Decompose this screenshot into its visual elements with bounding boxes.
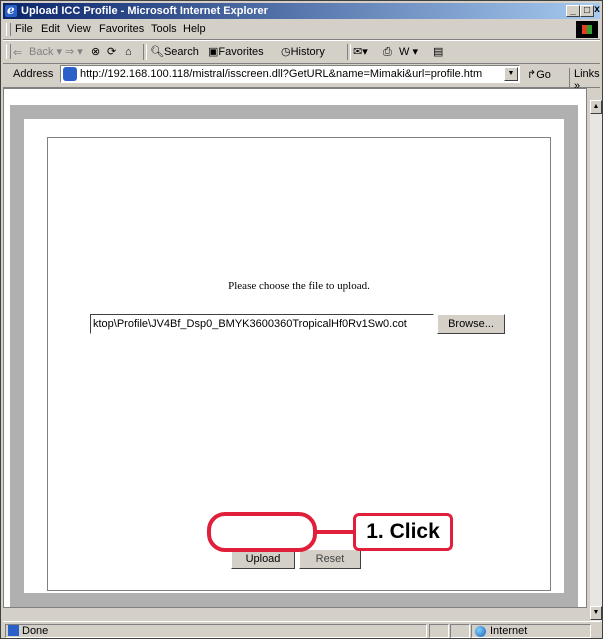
mail-icon: ✉▾ [353,46,368,58]
upload-button[interactable]: Upload [231,549,295,569]
title-bar: Upload ICC Profile - Microsoft Internet … [3,2,600,19]
search-button[interactable]: 🔍︎Search [150,44,199,60]
forward-arrow-icon: ⇒ [65,46,75,58]
favorites-button[interactable]: ▣Favorites [208,44,264,60]
scroll-down-icon[interactable]: ▼ [590,606,602,620]
toolbar-grip [6,44,11,59]
word-icon: W ▾ [399,46,418,58]
discuss-icon: ▤ [433,46,444,58]
status-bar: Done Internet [3,621,600,639]
internet-globe-icon [475,626,486,637]
maximize-button[interactable]: □ [580,5,594,17]
status-cell [429,624,449,638]
menu-file[interactable]: File [15,23,33,35]
print-button[interactable]: ⎙ [383,44,392,60]
stop-button[interactable]: ⊗ [91,44,100,60]
mail-button[interactable]: ✉▾ [353,44,368,60]
security-zone: Internet [471,624,591,638]
ie-logo-icon [5,2,17,18]
status-text: Done [22,625,49,637]
history-button[interactable]: ◷History [281,44,325,60]
reset-button[interactable]: Reset [299,549,361,569]
refresh-button[interactable]: ⟳ [107,44,116,60]
status-cell [450,624,470,638]
stop-icon: ⊗ [91,46,101,58]
menu-favorites[interactable]: Favorites [99,23,144,35]
zone-label: Internet [490,625,528,637]
back-button[interactable]: ⇐ Back ▾ [13,44,62,60]
windows-logo-icon [576,21,598,38]
menu-tools[interactable]: Tools [151,23,177,35]
minimize-button[interactable]: _ [566,5,580,17]
search-icon: 🔍︎ [150,46,164,58]
home-icon: ⌂ [125,46,132,58]
address-bar: Address http://192.168.100.118/mistral/i… [3,63,600,92]
close-button[interactable]: x [594,5,600,17]
upload-prompt: Please choose the file to upload. [228,280,370,292]
callout-connector [317,530,355,534]
discuss-button[interactable]: ▤ [433,44,443,60]
vertical-scrollbar[interactable]: ▲ ▼ [590,100,602,622]
page-done-icon [8,625,19,636]
history-icon: ◷ [281,46,291,58]
back-arrow-icon: ⇐ [13,47,23,60]
go-arrow-icon: ↱ [527,69,537,81]
go-button[interactable]: ↱Go [527,68,551,81]
scroll-up-icon[interactable]: ▲ [590,100,602,114]
menu-view[interactable]: View [67,23,91,35]
menu-grip [6,23,11,36]
favorites-folder-icon: ▣ [208,46,219,58]
toolbar-separator [143,44,147,60]
address-label: Address [13,68,54,80]
window-title: Upload ICC Profile - Microsoft Internet … [21,5,268,17]
forward-button[interactable]: ⇒ ▾ [65,44,83,60]
address-input[interactable]: http://192.168.100.118/mistral/isscreen.… [60,65,520,83]
address-url: http://192.168.100.118/mistral/isscreen.… [80,68,483,80]
print-icon: ⎙ [383,46,392,58]
standard-toolbar: ⇐ Back ▾ ⇒ ▾ ⊗ ⟳ ⌂ 🔍︎Search ▣Favorites ◷H… [3,40,600,64]
menu-edit[interactable]: Edit [41,23,60,35]
home-button[interactable]: ⌂ [125,44,132,60]
status-text-panel: Done [5,624,427,638]
menu-help[interactable]: Help [183,23,206,35]
click-callout: 1. Click [353,513,453,551]
edit-button[interactable]: W ▾ [399,44,418,60]
address-dropdown-icon[interactable]: ▼ [504,67,518,81]
file-path-input[interactable]: ktop\Profile\JV4Bf_Dsp0_BMYK3600360Tropi… [90,314,434,334]
browse-button[interactable]: Browse... [437,314,505,334]
menu-bar: File Edit View Favorites Tools Help [3,20,600,40]
page-icon [63,67,77,81]
refresh-icon: ⟳ [107,46,117,58]
upload-highlight-ring [207,512,317,552]
toolbar-separator [347,44,351,60]
